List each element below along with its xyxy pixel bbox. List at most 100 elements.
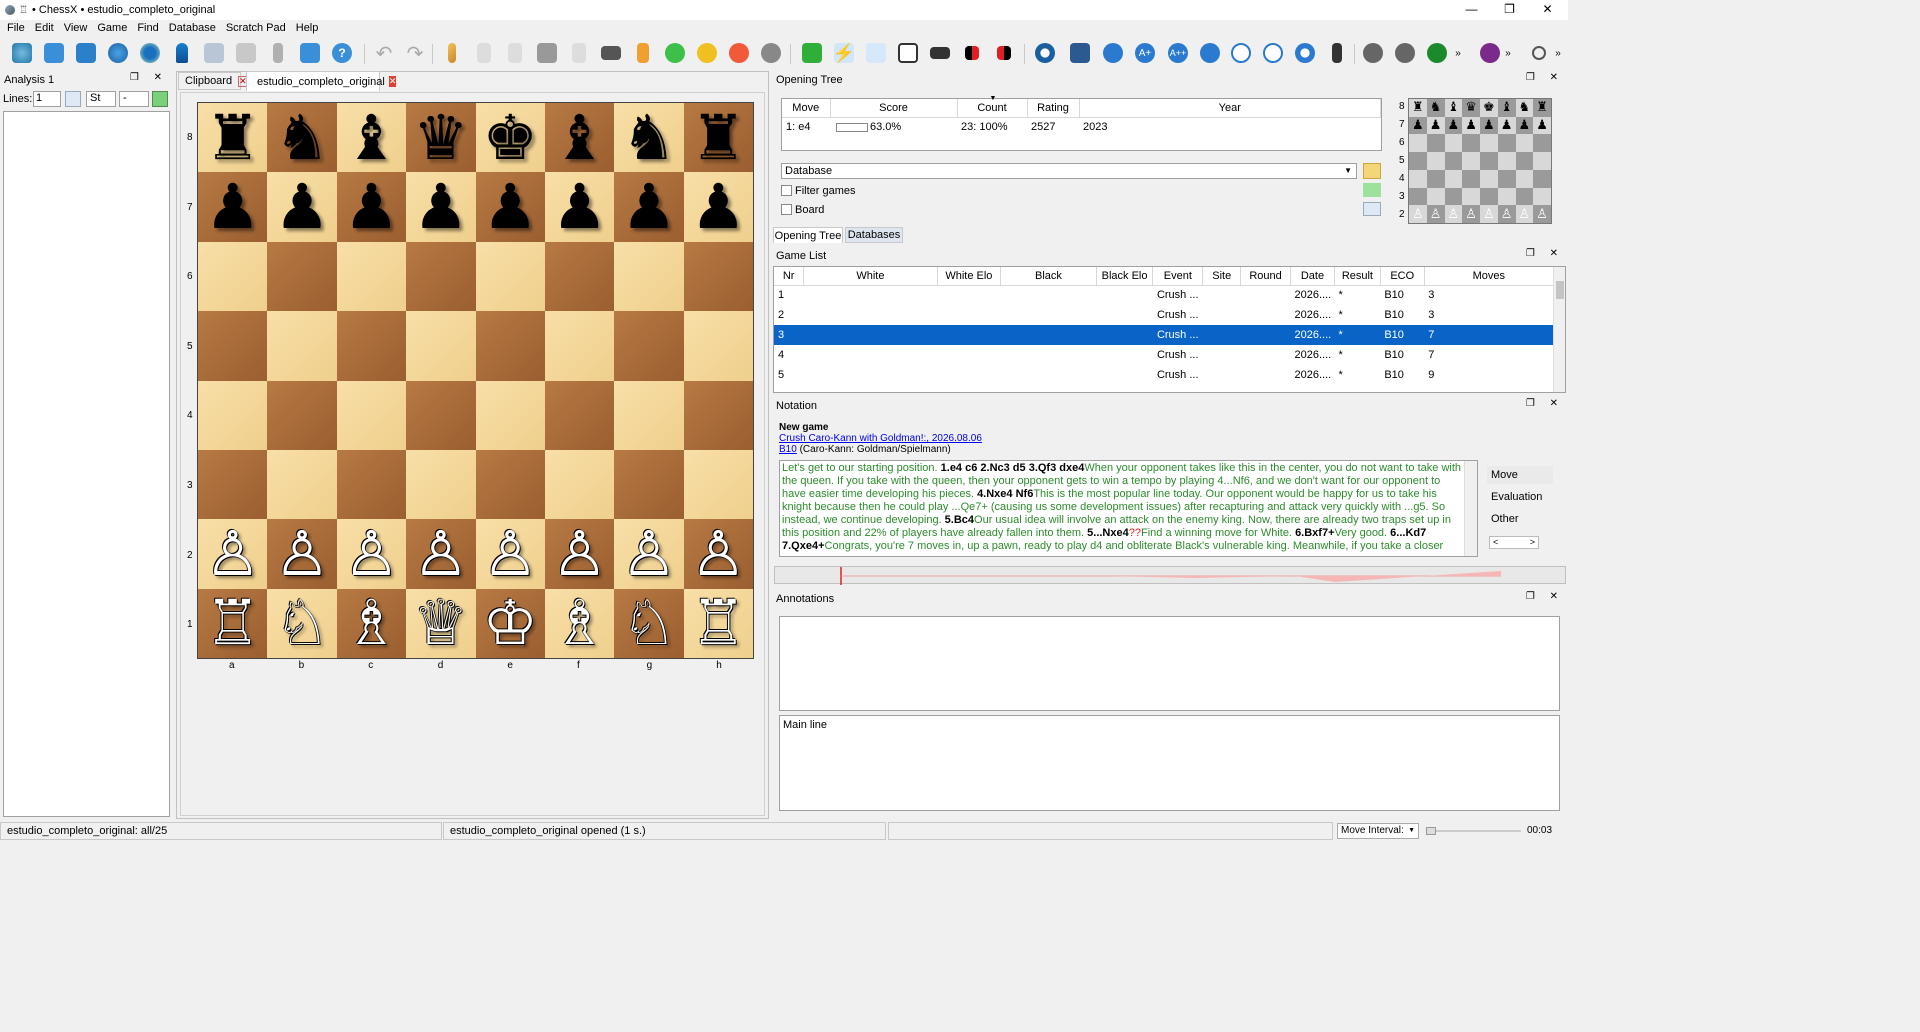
tab-opening-tree[interactable]: Opening Tree <box>773 227 843 243</box>
square-c6[interactable] <box>336 241 407 312</box>
board-checkbox[interactable] <box>781 204 792 215</box>
square-d7[interactable]: ♟ <box>406 172 476 242</box>
square-b7[interactable]: ♟ <box>267 172 337 242</box>
square-a7[interactable]: ♟ <box>198 172 268 242</box>
tab-clipboard[interactable]: Clipboard ✕ <box>178 72 248 90</box>
menu-game[interactable]: Game <box>92 22 132 34</box>
square-g7[interactable]: ♟ <box>614 172 684 242</box>
copy-icon[interactable] <box>535 41 559 65</box>
square-f5[interactable] <box>544 311 615 381</box>
redo-icon[interactable]: ↷ <box>403 41 427 65</box>
folder-open-icon[interactable] <box>1363 163 1381 179</box>
square-f7[interactable]: ♟ <box>544 172 615 242</box>
save-icon[interactable] <box>234 41 258 65</box>
square-a1[interactable]: ♖ <box>198 588 268 658</box>
game-col-header[interactable]: Black <box>1000 267 1097 286</box>
notation-move[interactable]: 4.Nxe4 Nf6 <box>977 488 1033 500</box>
square-e2[interactable]: ♙ <box>475 519 545 589</box>
camera-icon[interactable] <box>599 41 623 65</box>
eco-link[interactable]: B10 <box>779 444 797 455</box>
yellow-flag-icon[interactable] <box>695 41 719 65</box>
panel-controls[interactable]: ❐ ✕ <box>1526 72 1564 83</box>
clock-icon[interactable] <box>1229 41 1253 65</box>
square-b1[interactable]: ♘ <box>267 588 337 658</box>
square-d5[interactable] <box>406 311 476 381</box>
game-col-header[interactable]: Site <box>1202 267 1242 286</box>
square-e4[interactable] <box>475 380 545 450</box>
square-b8[interactable]: ♞ <box>267 103 337 173</box>
gray-flag-icon[interactable] <box>759 41 783 65</box>
more-chevron-icon[interactable]: » <box>1453 41 1463 65</box>
square-a8[interactable]: ♜ <box>198 103 268 173</box>
move-button[interactable]: Move <box>1487 466 1553 484</box>
board-layout-icon[interactable] <box>896 41 920 65</box>
table-row[interactable]: 3 Crush ... 2026.... * B10 7 <box>774 325 1554 345</box>
engine-icon[interactable] <box>1033 41 1057 65</box>
audio-icon[interactable] <box>1101 41 1125 65</box>
engine-select[interactable]: St <box>86 91 116 107</box>
square-e1[interactable]: ♔ <box>475 588 545 658</box>
square-c2[interactable]: ♙ <box>336 519 407 589</box>
move-interval-slider[interactable] <box>1426 830 1521 832</box>
font-increase-more-icon[interactable]: A++ <box>1166 41 1190 65</box>
fics-icon[interactable] <box>74 41 98 65</box>
square-g5[interactable] <box>614 311 684 381</box>
start-engine-icon[interactable] <box>152 91 168 107</box>
mode-select[interactable]: - <box>119 91 149 107</box>
panel-controls[interactable]: ❐ ✕ <box>130 72 168 83</box>
square-h7[interactable]: ♟ <box>683 172 753 242</box>
close-window-button[interactable]: ✕ <box>1529 0 1566 18</box>
square-d2[interactable]: ♙ <box>406 519 476 589</box>
coordinates-icon[interactable] <box>992 41 1016 65</box>
square-f1[interactable]: ♗ <box>544 588 615 658</box>
knight-engine-icon[interactable] <box>1068 41 1092 65</box>
square-c5[interactable] <box>336 311 407 381</box>
square-d4[interactable] <box>406 380 476 450</box>
more-chevron-icon[interactable]: » <box>1503 41 1513 65</box>
col-rating[interactable]: Rating <box>1027 99 1080 118</box>
pin-icon[interactable] <box>65 91 81 107</box>
table-row[interactable]: 5 Crush ... 2026.... * B10 9 <box>774 365 1554 385</box>
square-d1[interactable]: ♕ <box>406 588 476 658</box>
menu-help[interactable]: Help <box>291 22 324 34</box>
lightning-icon[interactable]: ⚡ <box>832 41 856 65</box>
stop-icon[interactable] <box>1478 41 1502 65</box>
player-icon[interactable] <box>170 41 194 65</box>
fast-forward-icon[interactable] <box>1198 41 1222 65</box>
square-c7[interactable]: ♟ <box>336 172 407 242</box>
square-f8[interactable]: ♝ <box>544 103 615 173</box>
square-a3[interactable] <box>198 449 268 520</box>
square-h2[interactable]: ♙ <box>683 519 753 589</box>
event-link[interactable]: Crush Caro-Kann with Goldman!:, 2026.08.… <box>779 433 982 444</box>
game-col-header[interactable]: Event <box>1152 267 1204 286</box>
tab-estudio[interactable]: estudio_completo_original ✕ <box>246 71 397 91</box>
green-flag-icon[interactable] <box>663 41 687 65</box>
notation-move[interactable]: 6.Bxf7+ <box>1295 527 1334 539</box>
game-col-header[interactable]: Round <box>1240 267 1291 286</box>
game-col-header[interactable]: Date <box>1290 267 1335 286</box>
square-b4[interactable] <box>267 380 337 450</box>
square-e7[interactable]: ♟ <box>475 172 545 242</box>
tree-move[interactable]: 1: e4 <box>782 117 830 137</box>
chevron-left-icon[interactable]: < <box>1493 537 1498 548</box>
film-icon[interactable] <box>1325 41 1349 65</box>
square-g4[interactable] <box>614 380 684 450</box>
square-d6[interactable] <box>406 241 476 312</box>
square-b3[interactable] <box>267 449 337 520</box>
col-count[interactable]: Count ▼ <box>957 95 1028 118</box>
slider-handle[interactable] <box>1426 827 1436 835</box>
paste-icon[interactable] <box>472 41 496 65</box>
game-col-header[interactable]: White Elo <box>937 267 1002 286</box>
game-col-header[interactable]: White <box>803 267 938 286</box>
col-year[interactable]: Year <box>1079 99 1381 118</box>
scrollbar-thumb[interactable] <box>1556 281 1564 299</box>
chevron-right-icon[interactable]: > <box>1530 537 1535 548</box>
pages-icon[interactable] <box>567 41 591 65</box>
square-d8[interactable]: ♛ <box>406 103 476 173</box>
game-col-header[interactable]: Result <box>1334 267 1381 286</box>
new-database-icon[interactable] <box>10 41 34 65</box>
minimize-button[interactable]: — <box>1453 0 1490 18</box>
search-icon[interactable] <box>1527 41 1551 65</box>
square-f3[interactable] <box>544 449 615 520</box>
pin-icon[interactable] <box>1363 202 1381 216</box>
